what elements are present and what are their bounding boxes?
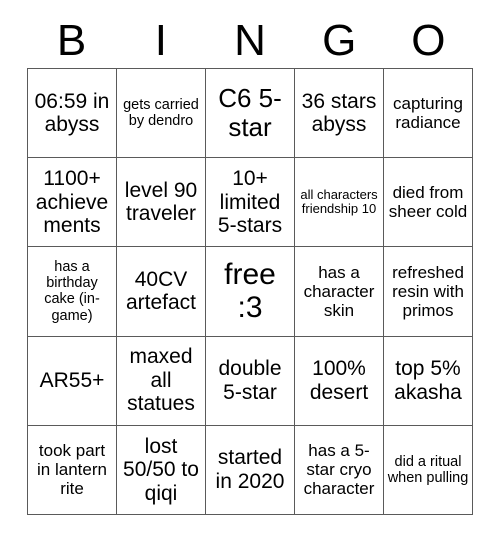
bingo-cell-label: maxed all statues [127,345,195,416]
bingo-header: B I N G O [27,14,473,68]
bingo-cell-label: has a 5-star cryo character [303,441,375,499]
bingo-cell-label: free :3 [224,257,276,325]
bingo-cell[interactable]: has a character skin [295,247,384,337]
bingo-cell[interactable]: 10+ limited 5-stars [206,158,295,248]
bingo-cell-label: refreshed resin with primos [392,262,464,320]
bingo-grid: 06:59 in abyss gets carried by dendro C6… [27,68,473,515]
bingo-cell-label: 10+ limited 5-stars [217,167,283,238]
bingo-cell-label: C6 5-star [218,82,282,143]
bingo-cell[interactable]: has a 5-star cryo character [295,425,384,515]
bingo-cell-label: AR55+ [39,368,105,392]
bingo-cell[interactable]: 06:59 in abyss [28,69,117,159]
bingo-cell-label: top 5% akasha [394,357,462,404]
bingo-header-letter-n: N [234,16,266,65]
bingo-header-letter-i: I [154,16,167,65]
bingo-cell-label: level 90 traveler [124,178,198,226]
bingo-cell-label: 1100+ achievements [35,167,109,238]
bingo-cell[interactable]: refreshed resin with primos [384,247,473,337]
bingo-cell-label: all characters friendship 10 [300,186,378,217]
bingo-header-letter-o: O [411,16,446,65]
bingo-cell-label: took part in lantern rite [37,441,107,499]
bingo-cell[interactable]: capturing radiance [384,69,473,159]
bingo-cell[interactable]: 1100+ achievements [28,158,117,248]
bingo-card: B I N G O 06:59 in abyss gets carried by… [0,0,500,544]
bingo-cell-label: 06:59 in abyss [34,89,110,137]
bingo-cell-label: gets carried by dendro [123,96,199,130]
bingo-cell[interactable]: gets carried by dendro [117,69,206,159]
bingo-cell[interactable]: 40CV artefact [117,247,206,337]
bingo-cell[interactable]: 100% desert [295,336,384,426]
bingo-cell[interactable]: level 90 traveler [117,158,206,248]
bingo-cell-label: has a character skin [303,262,375,320]
bingo-cell[interactable]: has a birthday cake (in-game) [28,247,117,337]
bingo-cell-label: double 5-star [218,357,282,404]
bingo-cell-label: 36 stars abyss [301,89,377,137]
bingo-cell[interactable]: took part in lantern rite [28,425,117,515]
bingo-cell-label: has a birthday cake (in-game) [44,259,100,324]
bingo-cell-label: 100% desert [309,357,369,404]
bingo-cell-label: died from sheer cold [388,183,468,222]
bingo-cell-free[interactable]: free :3 [206,247,295,337]
bingo-cell[interactable]: lost 50/50 to qiqi [117,425,206,515]
bingo-cell-label: started in 2020 [215,446,285,493]
bingo-header-letter-b: B [56,16,87,65]
bingo-cell[interactable]: maxed all statues [117,336,206,426]
bingo-cell[interactable]: 36 stars abyss [295,69,384,159]
bingo-cell[interactable]: did a ritual when pulling [384,425,473,515]
bingo-cell-label: 40CV artefact [125,267,197,315]
bingo-cell-label: did a ritual when pulling [387,453,469,486]
bingo-cell[interactable]: started in 2020 [206,425,295,515]
bingo-cell[interactable]: double 5-star [206,336,295,426]
bingo-cell[interactable]: C6 5-star [206,69,295,159]
bingo-cell[interactable]: all characters friendship 10 [295,158,384,248]
bingo-header-letter-g: G [322,16,357,65]
bingo-cell[interactable]: died from sheer cold [384,158,473,248]
bingo-cell[interactable]: top 5% akasha [384,336,473,426]
bingo-cell[interactable]: AR55+ [28,336,117,426]
bingo-cell-label: capturing radiance [393,94,463,133]
bingo-cell-label: lost 50/50 to qiqi [123,434,199,505]
